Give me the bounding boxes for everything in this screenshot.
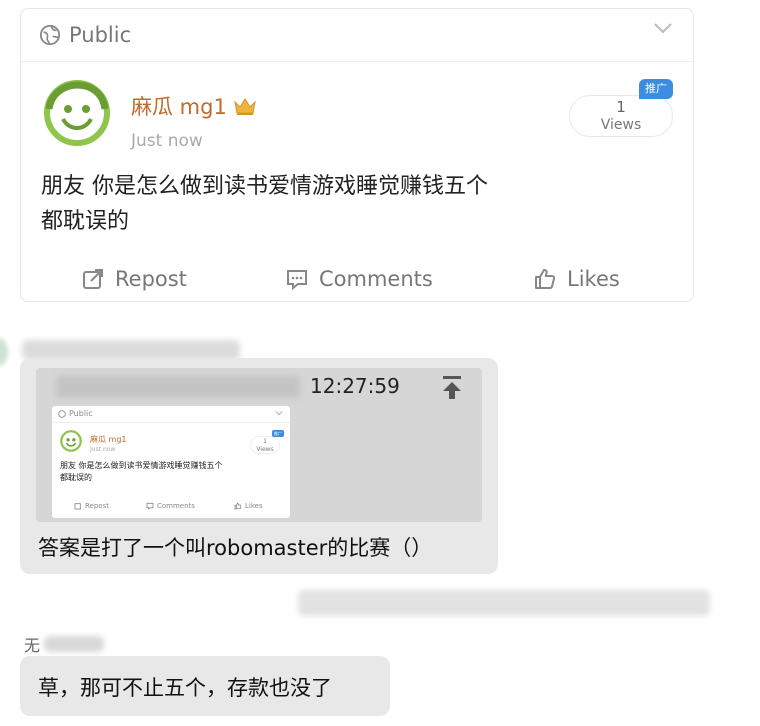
- mini-visibility-label: Public: [69, 409, 93, 418]
- mini-comments-label: Comments: [157, 502, 195, 510]
- sender-name-redacted: [22, 340, 240, 360]
- chevron-down-icon: [275, 410, 283, 416]
- comments-label: Comments: [319, 267, 433, 291]
- mini-comments: Comments: [146, 502, 195, 510]
- mini-post-visibility: Public: [58, 409, 93, 418]
- post-text: 朋友 你是怎么做到读书爱情游戏睡觉赚钱五个 都耽误的: [41, 169, 601, 239]
- post-card: Public 麻瓜 mg1 Just now 1 Views 推广 朋友 你是怎…: [20, 8, 694, 302]
- views-label: Views: [600, 117, 642, 133]
- globe-icon: [58, 409, 66, 418]
- likes-button[interactable]: Likes: [533, 267, 620, 291]
- mini-post-text: 朋友 你是怎么做到读书爱情游戏睡觉赚钱五个 都耽误的: [60, 460, 260, 484]
- chat-message-text: 答案是打了一个叫robomaster的比赛（）: [38, 536, 433, 560]
- visibility-label: Public: [69, 23, 132, 47]
- sender-avatar-partial[interactable]: [0, 338, 8, 366]
- mini-timestamp: Just now: [90, 446, 116, 453]
- redacted-system-line: [298, 590, 710, 616]
- chat-bubble-quote-reply[interactable]: 12:27:59 Public 麻瓜 mg1 Just now 1 Views: [20, 358, 498, 574]
- mini-divider: [52, 422, 290, 423]
- post-timestamp: Just now: [131, 131, 203, 151]
- views-counter[interactable]: 1 Views: [569, 95, 673, 137]
- views-count: 1: [616, 98, 626, 116]
- quoted-message[interactable]: 12:27:59 Public 麻瓜 mg1 Just now 1 Views: [36, 368, 482, 522]
- mini-views-count: 1: [263, 438, 267, 445]
- header-divider: [21, 61, 693, 62]
- jump-to-quote-icon[interactable]: [440, 374, 464, 400]
- comments-icon: [287, 270, 307, 291]
- repost-icon: [74, 503, 81, 510]
- globe-icon: [39, 24, 61, 46]
- post-visibility[interactable]: Public: [39, 17, 131, 53]
- quoted-post-thumbnail[interactable]: Public 麻瓜 mg1 Just now 1 Views 推广 朋友 你是怎…: [52, 406, 290, 518]
- promo-badge[interactable]: 推广: [639, 79, 673, 99]
- mini-repost-label: Repost: [85, 502, 109, 510]
- quoted-sender-redacted: [56, 376, 300, 398]
- quote-time: 12:27:59: [310, 374, 400, 398]
- mini-promo-badge: 推广: [272, 430, 284, 437]
- chevron-down-icon[interactable]: [653, 21, 673, 35]
- likes-icon: [234, 502, 241, 510]
- mini-views-label: Views: [256, 446, 274, 453]
- crown-icon: [234, 98, 256, 115]
- comments-button[interactable]: Comments: [285, 267, 433, 291]
- repost-icon: [83, 269, 103, 289]
- avatar-smiley-icon: [60, 430, 82, 452]
- mini-post-text-line1: 朋友 你是怎么做到读书爱情游戏睡觉赚钱五个: [60, 461, 223, 470]
- mini-views-counter: 1 Views: [250, 436, 280, 454]
- sender-name-redacted-2: [44, 636, 105, 652]
- comments-icon: [146, 502, 154, 510]
- mini-repost: Repost: [74, 502, 109, 510]
- post-text-line2: 都耽误的: [41, 209, 130, 234]
- username-row[interactable]: 麻瓜 mg1: [131, 91, 257, 121]
- likes-icon: [535, 269, 556, 289]
- username[interactable]: 麻瓜 mg1: [131, 91, 227, 121]
- sender-name-partial: 无: [24, 632, 105, 656]
- repost-button[interactable]: Repost: [81, 267, 187, 291]
- avatar-smiley-icon[interactable]: [43, 79, 111, 147]
- likes-label: Likes: [567, 267, 620, 291]
- mini-likes: Likes: [234, 502, 263, 510]
- repost-label: Repost: [115, 267, 187, 291]
- mini-username: 麻瓜 mg1: [90, 435, 127, 444]
- mini-post-text-line2: 都耽误的: [60, 473, 92, 482]
- chat-bubble-reply[interactable]: 草，那可不止五个，存款也没了: [20, 656, 390, 716]
- chat-message-text: 草，那可不止五个，存款也没了: [38, 676, 332, 700]
- mini-likes-label: Likes: [245, 502, 263, 510]
- post-text-line1: 朋友 你是怎么做到读书爱情游戏睡觉赚钱五个: [41, 174, 488, 199]
- sender-initial: 无: [24, 636, 41, 655]
